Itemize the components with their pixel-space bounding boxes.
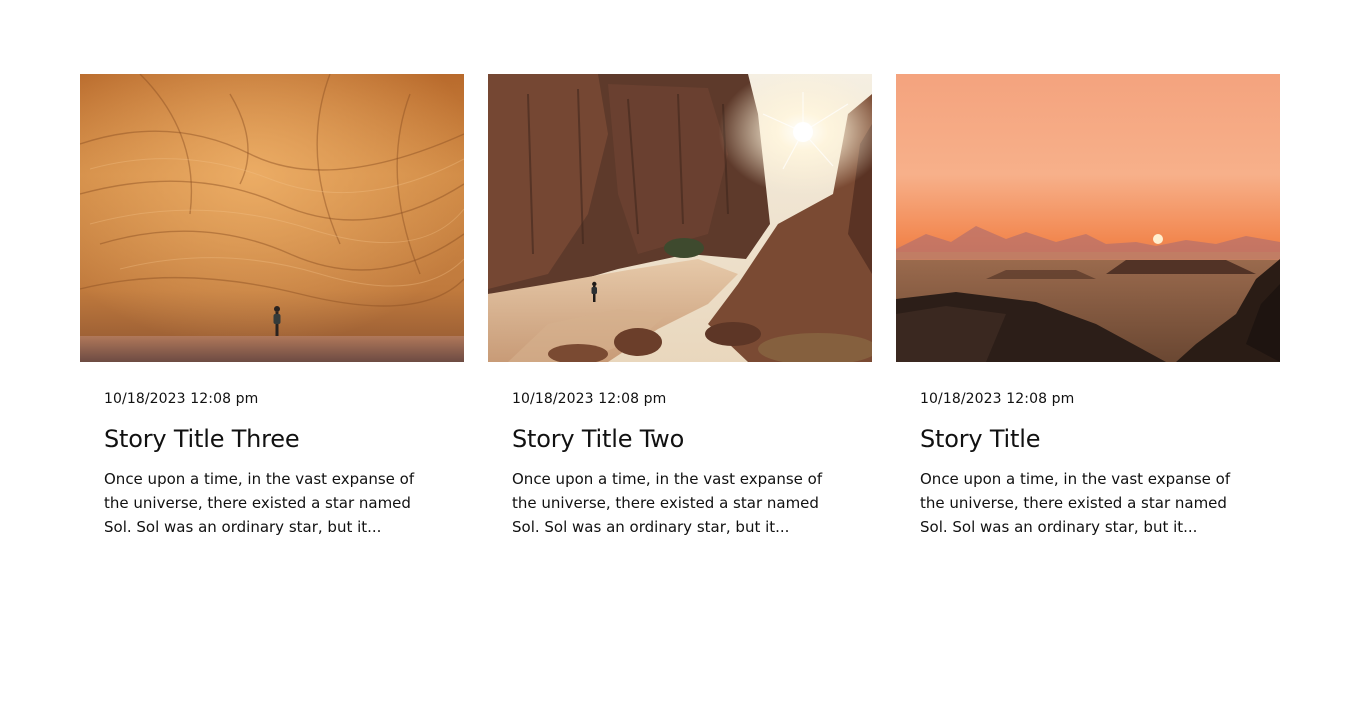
story-card-body: 10/18/2023 12:08 pm Story Title Three On…: [80, 362, 464, 539]
story-date: 10/18/2023 12:08 pm: [920, 391, 1075, 407]
story-excerpt: Once upon a time, in the vast expanse of…: [512, 470, 823, 536]
story-title[interactable]: Story Title Three: [104, 423, 440, 455]
story-date: 10/18/2023 12:08 pm: [512, 391, 667, 407]
story-image[interactable]: [488, 74, 872, 362]
story-title[interactable]: Story Title: [920, 423, 1256, 455]
story-excerpt: Once upon a time, in the vast expanse of…: [920, 470, 1231, 536]
story-card[interactable]: 10/18/2023 12:08 pm Story Title Three On…: [80, 74, 464, 539]
story-image[interactable]: [896, 74, 1280, 362]
story-image[interactable]: [80, 74, 464, 362]
story-title[interactable]: Story Title Two: [512, 423, 848, 455]
story-card-body: 10/18/2023 12:08 pm Story Title Two Once…: [488, 362, 872, 539]
story-grid: 10/18/2023 12:08 pm Story Title Three On…: [80, 74, 1280, 539]
story-card[interactable]: 10/18/2023 12:08 pm Story Title Two Once…: [488, 74, 872, 539]
story-excerpt: Once upon a time, in the vast expanse of…: [104, 470, 415, 536]
story-card-body: 10/18/2023 12:08 pm Story Title Once upo…: [896, 362, 1280, 539]
story-date: 10/18/2023 12:08 pm: [104, 391, 259, 407]
story-card[interactable]: 10/18/2023 12:08 pm Story Title Once upo…: [896, 74, 1280, 539]
